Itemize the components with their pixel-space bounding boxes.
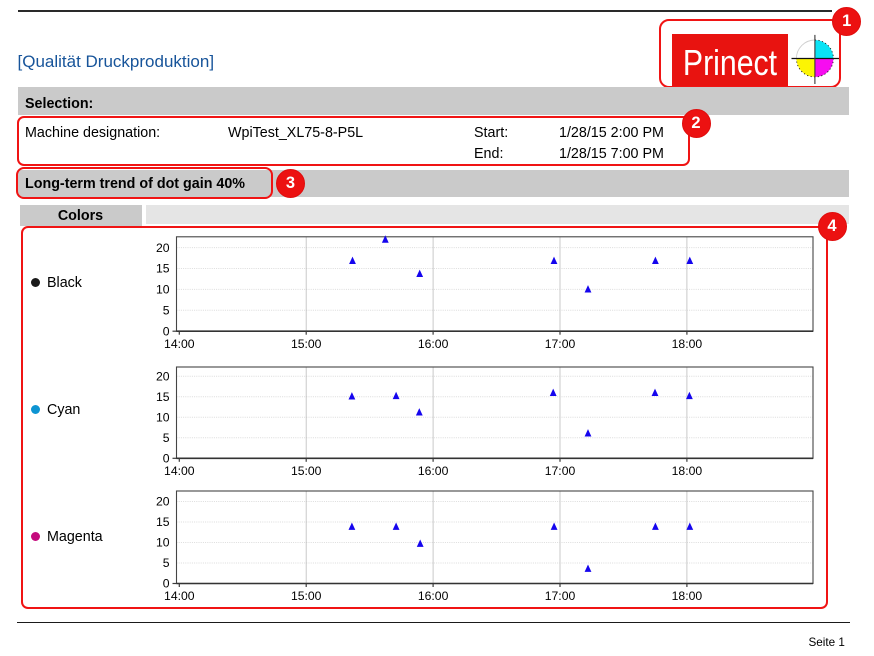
svg-text:15:00: 15:00 <box>291 464 322 478</box>
svg-text:15:00: 15:00 <box>291 589 322 603</box>
svg-text:18:00: 18:00 <box>672 464 703 478</box>
svg-text:20: 20 <box>156 495 170 509</box>
svg-text:5: 5 <box>163 556 170 570</box>
svg-text:17:00: 17:00 <box>545 589 576 603</box>
svg-text:20: 20 <box>156 241 170 255</box>
svg-text:17:00: 17:00 <box>545 464 576 478</box>
svg-text:14:00: 14:00 <box>164 589 195 603</box>
svg-text:10: 10 <box>156 411 170 425</box>
svg-text:17:00: 17:00 <box>545 337 576 351</box>
svg-text:18:00: 18:00 <box>672 589 703 603</box>
svg-text:18:00: 18:00 <box>672 337 703 351</box>
svg-text:5: 5 <box>163 431 170 445</box>
svg-text:15: 15 <box>156 262 170 276</box>
svg-text:15:00: 15:00 <box>291 337 322 351</box>
svg-text:5: 5 <box>163 304 170 318</box>
svg-text:10: 10 <box>156 536 170 550</box>
svg-text:15: 15 <box>156 515 170 529</box>
svg-text:16:00: 16:00 <box>418 589 449 603</box>
svg-text:15: 15 <box>156 390 170 404</box>
svg-text:16:00: 16:00 <box>418 337 449 351</box>
svg-text:10: 10 <box>156 283 170 297</box>
svg-text:14:00: 14:00 <box>164 464 195 478</box>
svg-text:16:00: 16:00 <box>418 464 449 478</box>
svg-text:20: 20 <box>156 370 170 384</box>
svg-text:14:00: 14:00 <box>164 337 195 351</box>
